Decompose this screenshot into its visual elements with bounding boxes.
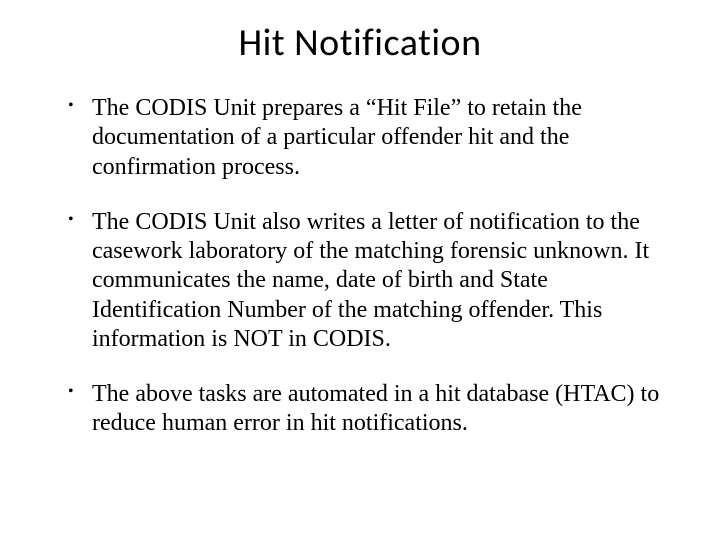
list-item: The above tasks are automated in a hit d… (60, 380, 660, 439)
list-item: The CODIS Unit prepares a “Hit File” to … (60, 94, 660, 182)
slide-title: Hit Notification (0, 20, 720, 66)
list-item: The CODIS Unit also writes a letter of n… (60, 208, 660, 354)
bullet-list: The CODIS Unit prepares a “Hit File” to … (0, 94, 720, 439)
